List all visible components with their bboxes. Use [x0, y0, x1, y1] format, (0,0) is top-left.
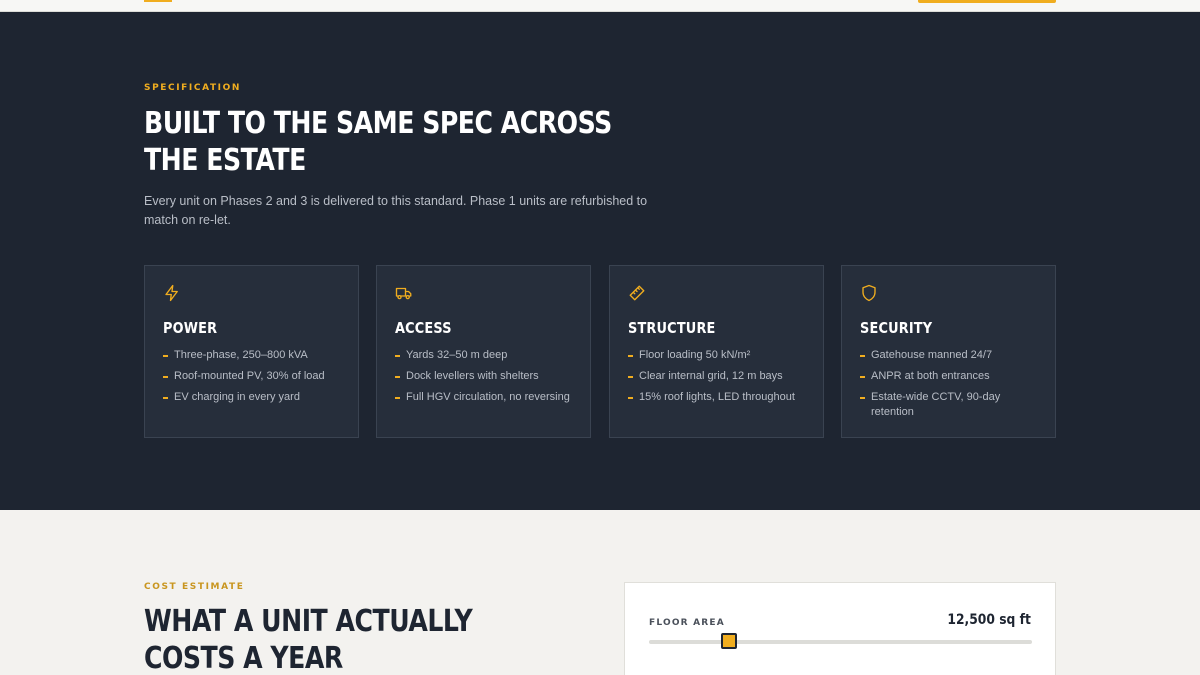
- cost-heading: WHAT A UNIT ACTUALLY COSTS A YEAR: [144, 604, 473, 675]
- floor-area-label: FLOOR AREA: [649, 618, 725, 628]
- spec-card-security: SECURITY Gatehouse manned 24/7 ANPR at b…: [841, 265, 1056, 438]
- list-item: Gatehouse manned 24/7: [860, 348, 1045, 363]
- spec-card-access: ACCESS Yards 32–50 m deep Dock levellers…: [376, 265, 591, 438]
- shield-icon: [862, 284, 876, 302]
- list-item: Roof-mounted PV, 30% of load: [163, 369, 348, 384]
- cost-calculator-panel: FLOOR AREA 12,500 sq ft: [624, 582, 1056, 675]
- truck-icon: [395, 287, 412, 300]
- spec-card-title: ACCESS: [395, 319, 452, 337]
- spec-card-title: POWER: [163, 319, 218, 337]
- spec-heading: BUILT TO THE SAME SPEC ACROSS THE ESTATE: [144, 106, 612, 178]
- lightning-icon: [165, 284, 178, 302]
- header-cta-button[interactable]: [918, 0, 1056, 3]
- spec-eyebrow: SPECIFICATION: [144, 83, 242, 93]
- ruler-icon: [629, 285, 645, 301]
- spec-card-list: Yards 32–50 m deep Dock levellers with s…: [395, 348, 580, 411]
- list-item: Dock levellers with shelters: [395, 369, 580, 384]
- list-item: Estate-wide CCTV, 90-day retention: [860, 390, 1045, 420]
- logo-mark[interactable]: [144, 0, 172, 2]
- spec-lead: Every unit on Phases 2 and 3 is delivere…: [144, 194, 648, 227]
- list-item: Clear internal grid, 12 m bays: [628, 369, 813, 384]
- top-nav-bar: [0, 0, 1200, 12]
- spec-card-list: Gatehouse manned 24/7 ANPR at both entra…: [860, 348, 1045, 426]
- specification-section: SPECIFICATION BUILT TO THE SAME SPEC ACR…: [0, 12, 1200, 510]
- list-item: EV charging in every yard: [163, 390, 348, 405]
- spec-card-title: SECURITY: [860, 319, 933, 337]
- spec-card-title: STRUCTURE: [628, 319, 716, 337]
- spec-card-structure: STRUCTURE Floor loading 50 kN/m² Clear i…: [609, 265, 824, 438]
- list-item: Three-phase, 250–800 kVA: [163, 348, 348, 363]
- cost-eyebrow: COST ESTIMATE: [144, 582, 245, 592]
- list-item: Floor loading 50 kN/m²: [628, 348, 813, 363]
- spec-card-power: POWER Three-phase, 250–800 kVA Roof-moun…: [144, 265, 359, 438]
- spec-card-list: Floor loading 50 kN/m² Clear internal gr…: [628, 348, 813, 411]
- spec-cards: POWER Three-phase, 250–800 kVA Roof-moun…: [144, 265, 1056, 438]
- list-item: 15% roof lights, LED throughout: [628, 390, 813, 405]
- spec-card-list: Three-phase, 250–800 kVA Roof-mounted PV…: [163, 348, 348, 411]
- floor-area-slider-thumb[interactable]: [721, 633, 738, 649]
- floor-area-slider-track[interactable]: [649, 633, 1032, 649]
- list-item: Full HGV circulation, no reversing: [395, 390, 580, 405]
- list-item: ANPR at both entrances: [860, 369, 1045, 384]
- list-item: Yards 32–50 m deep: [395, 348, 580, 363]
- floor-area-value: 12,500 sq ft: [947, 612, 1031, 628]
